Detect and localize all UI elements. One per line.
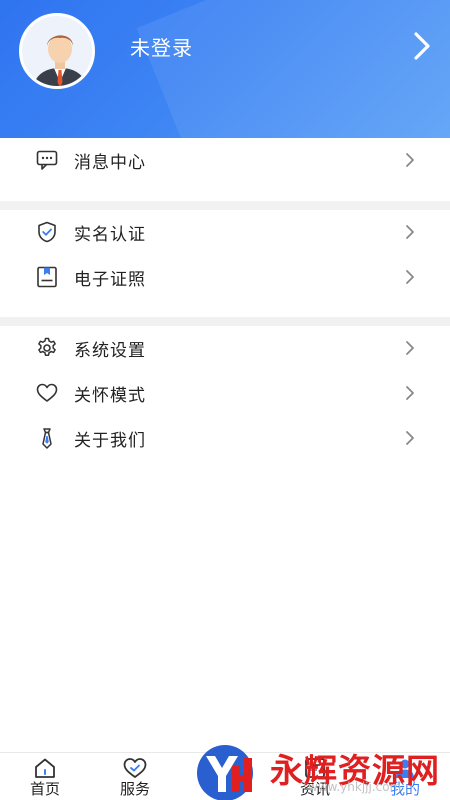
profile-header[interactable]: 未登录 — [0, 0, 450, 138]
menu-item-label: 电子证照 — [74, 270, 146, 290]
watermark-logo — [197, 745, 253, 800]
heart-icon — [36, 383, 58, 402]
chevron-right-icon[interactable] — [408, 28, 436, 64]
chevron-right-icon — [406, 431, 414, 445]
menu-item-label: 系统设置 — [74, 341, 146, 361]
message-icon — [36, 150, 58, 170]
chevron-right-icon — [406, 225, 414, 239]
menu-item-label: 关于我们 — [74, 431, 146, 451]
menu-item-care-mode[interactable]: 关怀模式 — [0, 371, 450, 415]
menu-item-system-settings[interactable]: 系统设置 — [0, 326, 450, 370]
menu-item-label: 消息中心 — [74, 153, 146, 173]
menu-item-message-center[interactable]: 消息中心 — [0, 138, 450, 182]
tab-label: 服务 — [119, 780, 150, 798]
certificate-icon — [37, 266, 57, 288]
chevron-right-icon — [406, 270, 414, 284]
chevron-right-icon — [406, 341, 414, 355]
tab-label: 首页 — [29, 780, 60, 798]
menu-item-e-certificate[interactable]: 电子证照 — [0, 255, 450, 299]
chevron-right-icon — [406, 153, 414, 167]
watermark: 永辉资源网 www.yhkjjj.com — [190, 742, 450, 800]
tab-home[interactable]: 首页 — [0, 753, 90, 800]
tab-service[interactable]: 服务 — [90, 753, 180, 800]
menu-item-label: 实名认证 — [74, 225, 146, 245]
home-icon — [35, 758, 55, 778]
group-separator — [0, 201, 450, 210]
shield-check-icon — [38, 221, 56, 243]
menu-item-label: 关怀模式 — [74, 386, 146, 406]
menu-item-about-us[interactable]: 关于我们 — [0, 416, 450, 460]
gear-icon — [38, 337, 56, 356]
avatar-person-icon — [22, 16, 92, 86]
group-separator — [0, 317, 450, 326]
menu-item-real-name-auth[interactable]: 实名认证 — [0, 210, 450, 254]
login-status[interactable]: 未登录 — [130, 32, 193, 61]
header-decoration — [136, 0, 450, 138]
service-heart-icon — [123, 758, 147, 778]
chevron-right-icon — [406, 386, 414, 400]
tie-icon — [42, 428, 52, 449]
avatar[interactable] — [19, 13, 95, 89]
watermark-url: www.yhkjjj.com — [308, 780, 402, 794]
